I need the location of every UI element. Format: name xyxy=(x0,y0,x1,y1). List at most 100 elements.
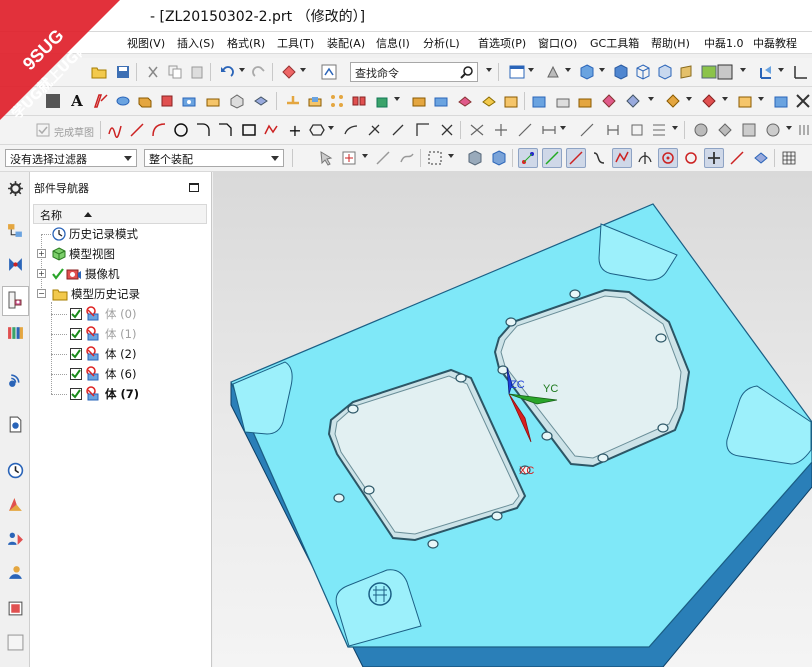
patch-icon[interactable] xyxy=(502,92,520,110)
offset-face-icon[interactable] xyxy=(410,92,428,110)
snap-existing-point-icon[interactable] xyxy=(704,148,724,168)
snap-tangent-icon[interactable] xyxy=(636,149,654,167)
extrude-icon[interactable] xyxy=(136,92,154,110)
datum-plane-icon[interactable] xyxy=(92,92,110,110)
fillet-icon[interactable] xyxy=(194,121,212,139)
resize-face-icon[interactable] xyxy=(576,92,594,110)
pad-icon[interactable] xyxy=(252,92,270,110)
menu-assembly[interactable]: 装配(A) xyxy=(327,35,365,51)
sew-icon[interactable] xyxy=(480,92,498,110)
sketch-lock-icon[interactable] xyxy=(628,121,646,139)
menu-format[interactable]: 格式(R) xyxy=(227,35,265,51)
snap-endpoint-icon[interactable] xyxy=(518,148,538,168)
save-icon[interactable] xyxy=(114,63,132,81)
menu-preferences[interactable]: 首选项(P) xyxy=(478,35,526,51)
layer-settings-icon[interactable] xyxy=(692,121,710,139)
finish-sketch-icon[interactable] xyxy=(36,123,50,137)
sync-dropdown[interactable] xyxy=(648,97,654,101)
shaded-cube-icon[interactable] xyxy=(578,63,596,81)
cube-solid-icon[interactable] xyxy=(612,63,630,81)
table-row[interactable]: 体 (2) xyxy=(70,344,136,364)
geometric-constraint-icon[interactable] xyxy=(468,121,486,139)
auto-constraint-icon[interactable] xyxy=(492,121,510,139)
cut-icon[interactable] xyxy=(144,63,162,81)
wcs-icon[interactable] xyxy=(758,63,776,81)
open-icon[interactable] xyxy=(90,63,108,81)
polygon-dropdown[interactable] xyxy=(328,126,334,130)
measure-icon[interactable] xyxy=(664,92,682,110)
select-curve-icon[interactable] xyxy=(398,149,416,167)
collapse-toggle[interactable]: − xyxy=(37,289,46,298)
visualization-icon[interactable] xyxy=(7,496,24,513)
menu-info[interactable]: 信息(I) xyxy=(376,35,410,51)
trim-body-icon[interactable] xyxy=(432,92,450,110)
snap-on-face-icon[interactable] xyxy=(752,149,770,167)
table-row[interactable]: 体 (6) xyxy=(70,364,136,384)
boss-icon[interactable] xyxy=(204,92,222,110)
menu-zhonglei-tutorial[interactable]: 中磊教程 xyxy=(753,35,797,51)
expand-toggle[interactable]: + xyxy=(37,269,46,278)
snap-arc-center-icon[interactable] xyxy=(612,148,632,168)
rectangle-icon[interactable] xyxy=(240,121,258,139)
mirror-curve-icon[interactable] xyxy=(438,121,456,139)
sketch-dropdown[interactable] xyxy=(672,126,678,130)
assembly-dropdown[interactable] xyxy=(758,97,764,101)
menu-help[interactable]: 帮助(H) xyxy=(651,35,690,51)
analysis-dropdown[interactable] xyxy=(722,97,728,101)
copy-icon[interactable] xyxy=(166,63,184,81)
checkbox-checked-icon[interactable] xyxy=(70,368,82,380)
pull-face-icon[interactable] xyxy=(624,92,642,110)
hole-icon[interactable] xyxy=(180,92,198,110)
assembly-scope-select[interactable]: 整个装配 xyxy=(144,149,284,167)
more-tools-icon[interactable] xyxy=(796,121,812,139)
solid-body-icon[interactable] xyxy=(466,149,484,167)
shell-icon[interactable] xyxy=(374,92,392,110)
feature-dropdown[interactable] xyxy=(394,97,400,101)
menu-zhonglei[interactable]: 中磊1.0 xyxy=(704,35,744,51)
constraint-icon[interactable] xyxy=(794,92,812,110)
maximize-icon[interactable] xyxy=(189,183,199,192)
view-layer-icon[interactable] xyxy=(716,121,734,139)
menu-gc-toolbox[interactable]: GC工具箱 xyxy=(590,35,639,51)
layer-dropdown[interactable] xyxy=(786,126,792,130)
replace-face-icon[interactable] xyxy=(554,92,572,110)
gear-icon[interactable] xyxy=(7,180,24,197)
split-body-icon[interactable] xyxy=(456,92,474,110)
menu-analysis[interactable]: 分析(L) xyxy=(423,35,460,51)
offset-curve-icon[interactable] xyxy=(342,121,360,139)
menu-insert[interactable]: 插入(S) xyxy=(177,35,215,51)
blank-page-icon[interactable] xyxy=(7,634,24,651)
dimension-icon[interactable] xyxy=(540,121,558,139)
checkbox-checked-icon[interactable] xyxy=(70,308,82,320)
hd3d-tools-icon[interactable] xyxy=(7,372,24,389)
subtract-icon[interactable] xyxy=(306,92,324,110)
profile-icon[interactable] xyxy=(106,121,124,139)
sync-move-icon[interactable] xyxy=(530,92,548,110)
command-finder-icon[interactable] xyxy=(320,63,338,81)
checkbox-checked-icon[interactable] xyxy=(70,348,82,360)
expand-toggle[interactable]: + xyxy=(37,249,46,258)
sketch-dim-icon[interactable] xyxy=(578,121,596,139)
sketch-relation-icon[interactable] xyxy=(604,121,622,139)
select-edge-icon[interactable] xyxy=(374,149,392,167)
polygon-icon[interactable] xyxy=(308,121,326,139)
mirror-icon[interactable] xyxy=(350,92,368,110)
text-icon[interactable]: A xyxy=(68,92,86,110)
table-row[interactable]: 体 (0) xyxy=(70,304,136,324)
dimension-dropdown[interactable] xyxy=(560,126,566,130)
analysis-icon[interactable] xyxy=(700,92,718,110)
box-select-dropdown[interactable] xyxy=(448,154,454,158)
select-mode-icon[interactable] xyxy=(280,63,298,81)
fit-view-icon[interactable] xyxy=(508,63,526,81)
quick-trim-icon[interactable] xyxy=(366,121,384,139)
snap-on-curve-icon[interactable] xyxy=(728,149,746,167)
list-item[interactable]: 摄像机 xyxy=(52,264,120,284)
undo-dropdown[interactable] xyxy=(239,68,245,72)
snap-quadrant-icon[interactable] xyxy=(682,149,700,167)
snap-center-icon[interactable] xyxy=(658,148,678,168)
snap-dropdown[interactable] xyxy=(362,154,368,158)
copy-layer-icon[interactable] xyxy=(764,121,782,139)
assembly-navigator-icon[interactable] xyxy=(7,222,24,239)
list-item[interactable]: 历史记录模式 xyxy=(52,224,138,244)
cube-wire-icon[interactable] xyxy=(634,63,652,81)
